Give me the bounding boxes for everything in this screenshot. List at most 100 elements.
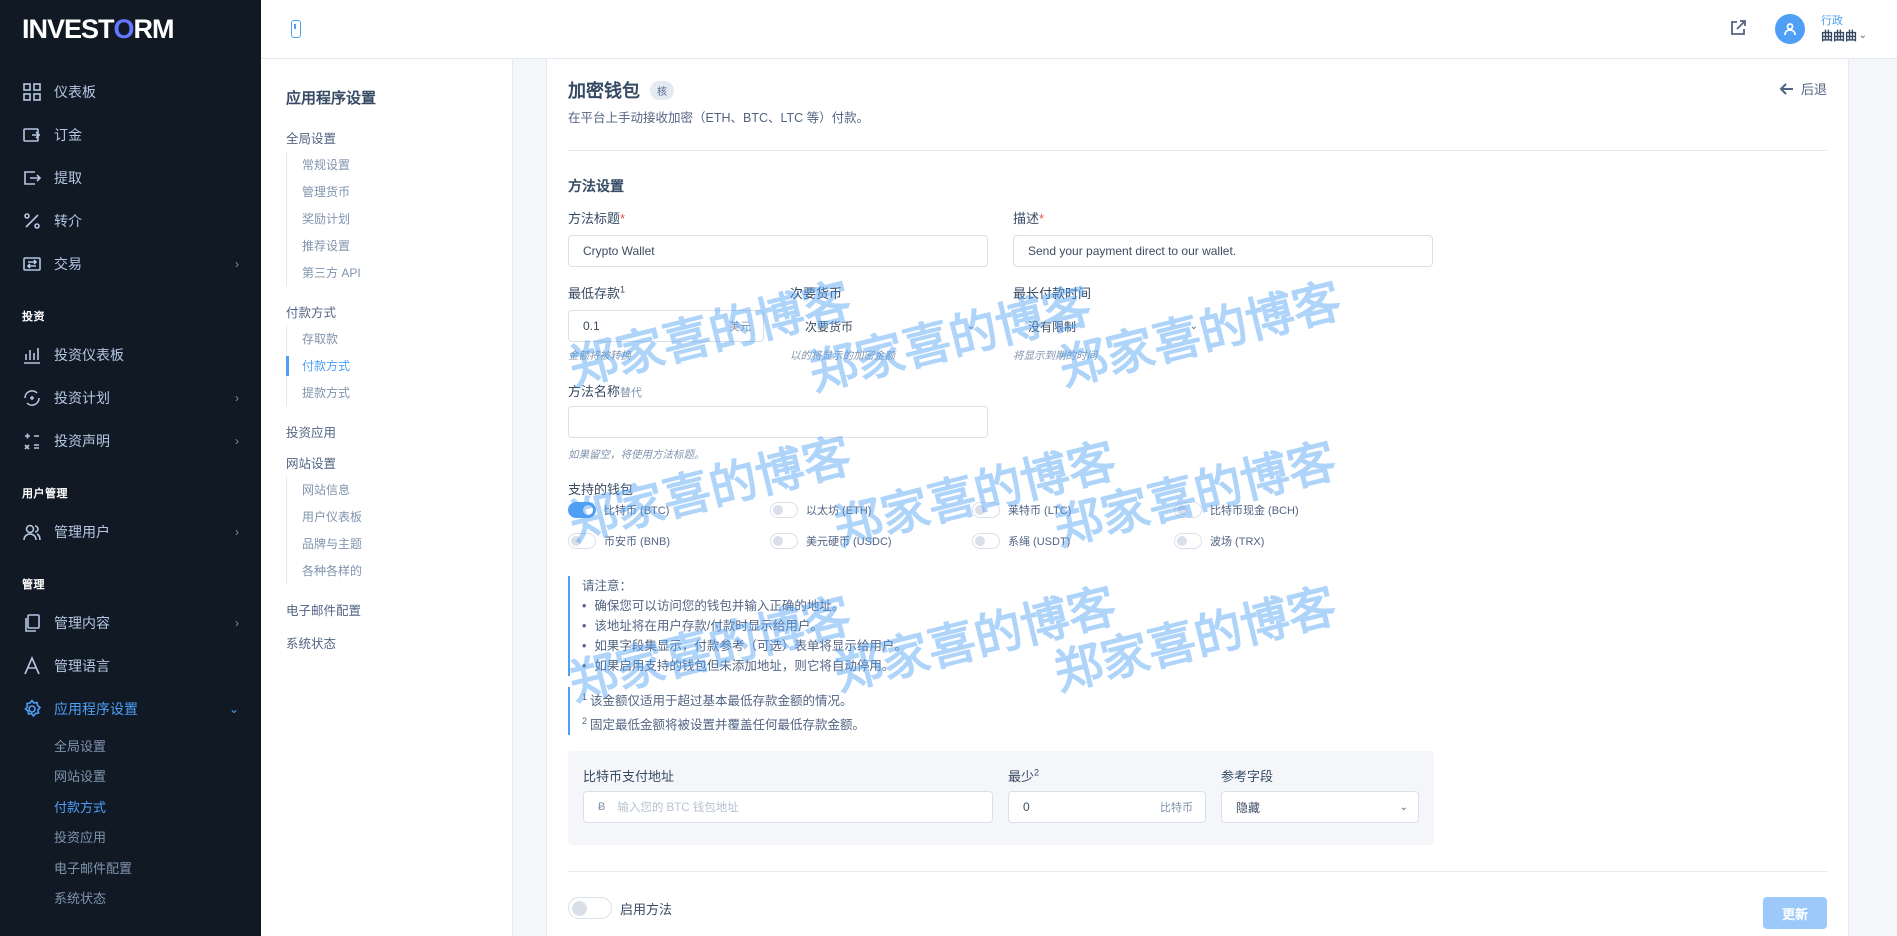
chevron-right-icon: › xyxy=(235,390,239,405)
sidebar-item-invest-statement[interactable]: 投资声明 › xyxy=(0,419,261,462)
brand-logo[interactable]: INVEST O RM xyxy=(0,0,261,58)
sidebar-item-app-settings[interactable]: 应用程序设置 ⌄ xyxy=(0,687,261,730)
settings-list-payment: 存取款 付款方式 提款方式 xyxy=(286,325,512,406)
wallet-toggle-bch[interactable]: 比特币现金 (BCH) xyxy=(1174,502,1299,518)
wallet-toggle-usdc[interactable]: 美元硬币 (USDC) xyxy=(770,533,892,549)
sidebar-item-deposit[interactable]: 订金 xyxy=(0,113,261,156)
sidebar-item-label: 应用程序设置 xyxy=(54,700,138,717)
settings-item[interactable]: 提款方式 xyxy=(287,379,512,406)
user-name: 曲曲曲 xyxy=(1820,29,1857,43)
avatar[interactable] xyxy=(1775,14,1805,44)
note-item: 确保您可以访问您的钱包并输入正确的地址。 xyxy=(582,596,907,616)
title-badge: 核 xyxy=(650,80,674,100)
settings-item[interactable]: 奖励计划 xyxy=(287,205,512,232)
user-info[interactable]: 行政 曲曲曲 xyxy=(1821,14,1857,44)
sidebar-subitem-payment[interactable]: 付款方式 xyxy=(0,791,261,822)
note-item: 该地址将在用户存款/付款时显示给用户。 xyxy=(582,616,907,636)
back-button[interactable]: 后退 xyxy=(1779,79,1827,98)
mobile-icon[interactable] xyxy=(291,20,301,38)
settings-item[interactable]: 推荐设置 xyxy=(287,232,512,259)
sidebar-item-referral[interactable]: 转介 xyxy=(0,199,261,242)
users-icon xyxy=(22,522,42,542)
settings-item[interactable]: 存取款 xyxy=(287,325,512,352)
bar-chart-icon xyxy=(22,345,42,365)
chevron-down-icon: ⌄ xyxy=(228,701,239,716)
sidebar-heading-invest: 投资 xyxy=(22,311,45,323)
settings-group-payment[interactable]: 付款方式 xyxy=(286,298,512,325)
settings-group-email[interactable]: 电子邮件配置 xyxy=(286,596,512,623)
external-link-icon[interactable] xyxy=(1729,19,1747,37)
settings-nav: 应用程序设置 全局设置 常规设置 管理货币 奖励计划 推荐设置 第三方 API … xyxy=(261,59,513,936)
settings-group-invest[interactable]: 投资应用 xyxy=(286,418,512,445)
sidebar-item-dashboard[interactable]: 仪表板 xyxy=(0,70,261,113)
toggle-switch xyxy=(1174,533,1202,549)
calc-icon xyxy=(22,431,42,451)
sidebar-subitem-email[interactable]: 电子邮件配置 xyxy=(0,852,261,883)
toggle-switch xyxy=(972,502,1000,518)
btc-address-input[interactable]: Ƀ 输入您的 BTC 钱包地址 xyxy=(583,791,993,823)
max-time-select[interactable]: 没有限制 ⌄ xyxy=(1013,310,1209,342)
wallet-toggle-ltc[interactable]: 莱特币 (LTC) xyxy=(972,502,1071,518)
method-name-input[interactable] xyxy=(568,406,988,438)
exchange-icon xyxy=(22,254,42,274)
ref-field-select[interactable]: 隐藏 ⌄ xyxy=(1221,791,1419,823)
wallet-toggle-btc[interactable]: 比特币 (BTC) xyxy=(568,502,669,518)
min-amount-label: 最少2 xyxy=(1008,767,1040,784)
sidebar: INVEST O RM 仪表板 订金 提取 转介 交易 › 投资 投资仪表板 投… xyxy=(0,0,261,936)
chevron-right-icon: › xyxy=(235,256,239,271)
enable-method-toggle[interactable]: 启用方法 xyxy=(568,897,672,919)
wallet-toggle-usdt[interactable]: 系绳 (USDT) xyxy=(972,533,1070,549)
bitcoin-icon: Ƀ xyxy=(598,801,606,813)
note-item: 如果字段集显示，付款参考（可选）表单将显示给用户。 xyxy=(582,636,907,656)
sidebar-subitem-status[interactable]: 系统状态 xyxy=(0,883,261,914)
settings-item-active[interactable]: 付款方式 xyxy=(286,352,512,379)
sidebar-item-exchange[interactable]: 交易 › xyxy=(0,242,261,285)
sidebar-item-invest-plans[interactable]: 投资计划 › xyxy=(0,376,261,419)
method-name-label: 方法名称替代 xyxy=(568,384,643,399)
page-description: 在平台上手动接收加密（ETH、BTC、LTC 等）付款。 xyxy=(568,111,870,125)
letter-a-icon xyxy=(22,655,42,676)
settings-group-status[interactable]: 系统状态 xyxy=(286,629,512,656)
note-title: 请注意： xyxy=(582,579,633,593)
deposit-icon xyxy=(22,125,42,145)
settings-item[interactable]: 常规设置 xyxy=(287,151,512,178)
sidebar-item-withdraw[interactable]: 提取 xyxy=(0,156,261,199)
sidebar-item-manage-language[interactable]: 管理语言 xyxy=(0,644,261,687)
chevron-down-icon[interactable]: ⌄ xyxy=(1859,30,1867,41)
sidebar-subitem-global[interactable]: 全局设置 xyxy=(0,730,261,761)
settings-item[interactable]: 第三方 API xyxy=(287,259,512,286)
sidebar-item-manage-content[interactable]: 管理内容 › xyxy=(0,601,261,644)
settings-item[interactable]: 各种各样的 xyxy=(287,557,512,584)
settings-item[interactable]: 网站信息 xyxy=(287,476,512,503)
settings-item[interactable]: 品牌与主题 xyxy=(287,530,512,557)
sidebar-subitem-site[interactable]: 网站设置 xyxy=(0,761,261,792)
sidebar-item-label: 订金 xyxy=(54,126,82,143)
toggle-switch xyxy=(770,533,798,549)
toggle-switch xyxy=(1174,502,1202,518)
update-button[interactable]: 更新 xyxy=(1763,897,1827,929)
min-amount-input[interactable]: 0 比特币 xyxy=(1008,791,1206,823)
main-content: 加密钱包 核 在平台上手动接收加密（ETH、BTC、LTC 等）付款。 后退 方… xyxy=(546,59,1849,936)
note-box: 请注意： 确保您可以访问您的钱包并输入正确的地址。 该地址将在用户存款/付款时显… xyxy=(568,576,907,676)
wallet-toggle-eth[interactable]: 以太坊 (ETH) xyxy=(770,502,871,518)
toggle-switch xyxy=(568,533,596,549)
method-name-hint: 如果留空，将使用方法标题。 xyxy=(568,449,705,461)
settings-group-global[interactable]: 全局设置 xyxy=(286,124,512,151)
wallet-toggle-trx[interactable]: 波场 (TRX) xyxy=(1174,533,1264,549)
sidebar-item-manage-users[interactable]: 管理用户 › xyxy=(0,510,261,553)
arrow-left-icon xyxy=(1779,82,1793,95)
min-deposit-input[interactable]: 0.1 美元 xyxy=(568,310,764,342)
settings-group-site[interactable]: 网站设置 xyxy=(286,449,512,476)
settings-item[interactable]: 用户仪表板 xyxy=(287,503,512,530)
sidebar-subitem-invest-app[interactable]: 投资应用 xyxy=(0,822,261,853)
sidebar-item-invest-dashboard[interactable]: 投资仪表板 xyxy=(0,333,261,376)
method-title-input[interactable]: Crypto Wallet xyxy=(568,235,988,267)
secondary-currency-select[interactable]: 次要货币 ⌄ xyxy=(790,310,986,342)
secondary-currency-hint: 以的将显示的加密金额 xyxy=(790,350,895,362)
settings-item[interactable]: 管理货币 xyxy=(287,178,512,205)
wallet-toggle-bnb[interactable]: 币安币 (BNB) xyxy=(568,533,670,549)
plan-cycle-icon xyxy=(22,388,42,408)
description-input[interactable]: Send your payment direct to our wallet. xyxy=(1013,235,1433,267)
chevron-right-icon: › xyxy=(235,433,239,448)
wallets-label: 支持的钱包 xyxy=(568,482,634,497)
